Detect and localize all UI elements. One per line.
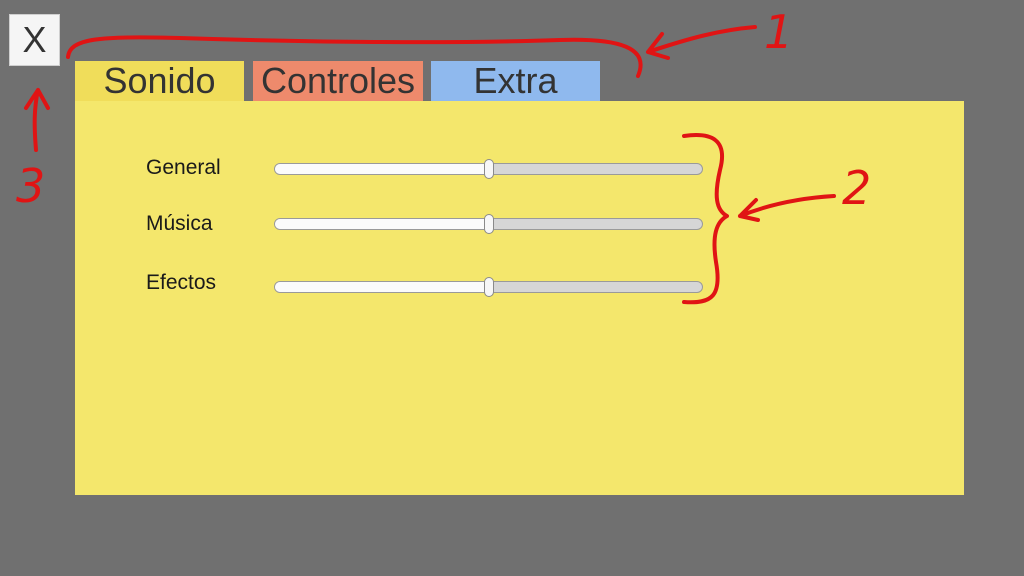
tab-extra[interactable]: Extra (431, 60, 600, 101)
close-button[interactable]: X (9, 14, 60, 66)
music-volume-slider[interactable] (274, 214, 703, 234)
tab-sonido-label: Sonido (103, 60, 216, 101)
general-volume-slider[interactable] (274, 159, 703, 179)
effects-volume-slider[interactable] (274, 277, 703, 297)
annotation-number-1: 1 (764, 5, 793, 59)
annotation-arrow-1 (646, 25, 757, 60)
tab-sonido[interactable]: Sonido (75, 60, 244, 101)
slider-fill (275, 219, 489, 229)
general-volume-label: General (146, 156, 221, 179)
effects-volume-label: Efectos (146, 271, 217, 294)
tab-controles[interactable]: Controles (253, 60, 423, 101)
tab-controles-label: Controles (260, 60, 416, 101)
annotation-number-3: 3 (16, 159, 45, 213)
slider-fill (275, 164, 489, 174)
close-button-label: X (22, 19, 47, 60)
sound-settings-panel: General Música Efectos (75, 101, 964, 495)
music-volume-label: Música (146, 212, 213, 235)
annotation-arrow-3 (24, 88, 50, 152)
slider-handle[interactable] (483, 277, 494, 297)
slider-fill (275, 282, 489, 292)
slider-handle[interactable] (483, 214, 494, 234)
tab-extra-label: Extra (473, 60, 558, 101)
slider-handle[interactable] (483, 159, 494, 179)
settings-screen: X Sonido Controles Extra General Música … (0, 0, 1024, 576)
